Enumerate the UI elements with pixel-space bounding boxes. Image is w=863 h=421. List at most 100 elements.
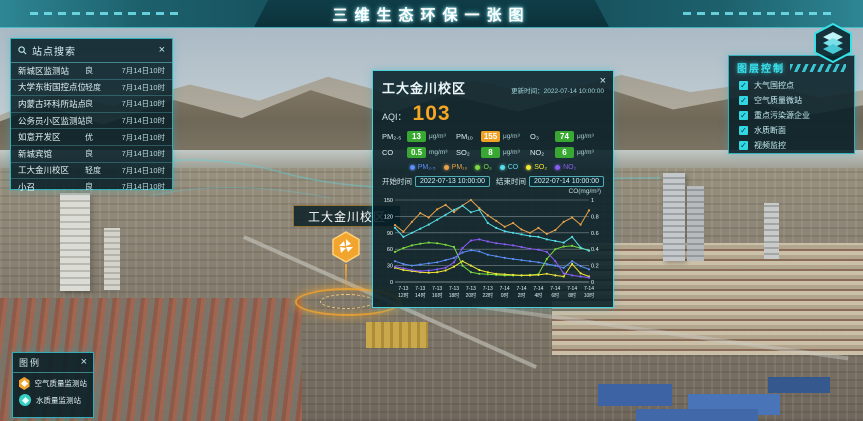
svg-text:120: 120 xyxy=(384,214,393,220)
close-icon[interactable]: × xyxy=(159,45,165,56)
pollutant-name: PM₂.₅ xyxy=(382,132,404,141)
series-color-dot xyxy=(444,165,449,170)
pollutant-value-badge: 6 xyxy=(555,147,574,158)
station-name: 工大金川校区 xyxy=(18,164,85,176)
station-update-time: 7月14日10时 xyxy=(111,181,165,192)
layer-toggle-item[interactable]: ✓水质断面 xyxy=(729,123,854,138)
pollutant-name: NO₂ xyxy=(530,148,552,157)
pollutant-grid: PM₂.₅13μg/m³PM₁₀155μg/m³O₃74μg/m³CO0.5mg… xyxy=(373,129,613,162)
pollutant-reading: O₃74μg/m³ xyxy=(530,131,604,142)
station-aqi-level: 良 xyxy=(85,181,111,192)
update-time-label: 更新时间： xyxy=(511,88,544,95)
end-time-input[interactable]: 2022-07-14 10:00:00 xyxy=(529,176,604,187)
series-color-dot xyxy=(475,165,480,170)
detail-header: 工大金川校区 更新时间：2022-07-14 10:00:00 xyxy=(373,71,613,101)
layer-toggle-item[interactable]: ✓空气质量微站 xyxy=(729,93,854,108)
aqi-readout: AQI： 103 xyxy=(373,101,613,129)
station-detail-panel: 工大金川校区 更新时间：2022-07-14 10:00:00 × AQI： 1… xyxy=(372,70,614,308)
start-time-label: 开始时间 xyxy=(382,176,412,187)
svg-text:1: 1 xyxy=(591,198,594,204)
station-row[interactable]: 内蒙古环科所站点良7月14日10时 xyxy=(11,96,172,113)
title-bar: 三维生态环保一张图 xyxy=(0,0,863,28)
svg-text:2时: 2时 xyxy=(518,292,526,299)
close-icon[interactable]: × xyxy=(81,357,87,368)
svg-text:22时: 22时 xyxy=(483,292,494,299)
layer-toggle-item[interactable]: ✓ 重点污染源企业 xyxy=(729,108,854,123)
station-row[interactable]: 新城宾馆良7月14日10时 xyxy=(11,146,172,163)
station-name: 小召 xyxy=(18,181,85,193)
legend-item-label: 空气质量监测站 xyxy=(35,378,88,389)
station-update-time: 7月14日10时 xyxy=(111,82,165,93)
station-row[interactable]: 如意开发区优7月14日10时 xyxy=(11,129,172,146)
start-time-input[interactable]: 2022-07-13 10:00:00 xyxy=(415,176,490,187)
svg-text:7-13: 7-13 xyxy=(415,286,425,292)
marker-halo-ring-inner xyxy=(320,294,374,309)
station-row[interactable]: 大学东街国控点位轻度7月14日10时 xyxy=(11,80,172,97)
station-row[interactable]: 小召良7月14日10时 xyxy=(11,179,172,195)
pollutant-value-badge: 155 xyxy=(481,131,500,142)
series-legend-item[interactable]: O₃ xyxy=(475,164,491,171)
legend-header: 图例 × xyxy=(13,353,93,373)
legend-title: 图例 xyxy=(19,356,81,369)
svg-text:0.2: 0.2 xyxy=(591,264,599,270)
series-legend-item[interactable]: PM₂.₅ xyxy=(410,164,436,171)
checkbox-checked-icon[interactable]: ✓ xyxy=(739,126,748,135)
series-color-dot xyxy=(555,165,560,170)
round-marker-icon xyxy=(19,394,31,406)
layer-label: 重点污染源企业 xyxy=(754,110,810,121)
svg-text:150: 150 xyxy=(384,198,393,204)
station-aqi-level: 良 xyxy=(85,148,111,159)
station-panel-header: 站点搜索 × xyxy=(11,39,172,63)
station-name: 内蒙古环科所站点 xyxy=(18,98,85,110)
white-tower-building xyxy=(60,193,90,291)
series-legend: PM₂.₅ PM₁₀ O₃ CO SO₂ NO₂ xyxy=(373,162,613,174)
blue-roof-warehouse xyxy=(598,384,672,406)
layer-panel-title: 图层控制 xyxy=(737,60,785,75)
station-list-panel: 站点搜索 × 新城区监测站良7月14日10时大学东街国控点位轻度7月14日10时… xyxy=(10,38,173,190)
series-legend-label: NO₂ xyxy=(563,164,576,171)
station-row[interactable]: 工大金川校区轻度7月14日10时 xyxy=(11,163,172,180)
layer-control-panel: 图层控制 ✓大气国控点✓空气质量微站✓重点污染源企业✓水质断面✓视频监控 xyxy=(728,55,855,154)
checkbox-checked-icon[interactable]: ✓ xyxy=(739,111,748,120)
pollutant-unit: μg/m³ xyxy=(429,133,446,140)
svg-text:7-14: 7-14 xyxy=(500,286,510,292)
close-icon[interactable]: × xyxy=(600,76,606,87)
svg-text:7-13: 7-13 xyxy=(398,286,408,292)
checkbox-checked-icon[interactable]: ✓ xyxy=(739,81,748,90)
station-pin-icon[interactable] xyxy=(331,231,361,265)
blue-roof-warehouse xyxy=(768,377,830,393)
svg-text:10时: 10时 xyxy=(584,292,595,299)
layer-toggle-item[interactable]: ✓ 大气国控点 xyxy=(729,78,854,93)
svg-text:7-13: 7-13 xyxy=(432,286,442,292)
station-update-time: 7月14日10时 xyxy=(111,115,165,126)
svg-text:7-14: 7-14 xyxy=(584,286,594,292)
series-legend-item[interactable]: CO xyxy=(500,164,519,171)
layers-hexagon-button[interactable] xyxy=(812,22,854,64)
yellow-building xyxy=(366,322,428,348)
series-legend-item[interactable]: SO₂ xyxy=(526,164,547,171)
layer-label: 大气国控点 xyxy=(754,80,794,91)
svg-text:7-13: 7-13 xyxy=(449,286,459,292)
layer-label: 视频监控 xyxy=(754,140,786,151)
station-row[interactable]: 公务员小区监测站良7月14日10时 xyxy=(11,113,172,130)
pollutant-unit: μg/m³ xyxy=(503,149,520,156)
station-update-time: 7月14日10时 xyxy=(111,165,165,176)
checkbox-checked-icon[interactable]: ✓ xyxy=(739,96,748,105)
series-legend-label: SO₂ xyxy=(534,164,547,171)
pollutant-value-badge: 74 xyxy=(555,131,574,142)
svg-text:6时: 6时 xyxy=(551,292,559,299)
station-update-time: 7月14日10时 xyxy=(111,98,165,109)
layer-toggle-item[interactable]: ✓ 视频监控 xyxy=(729,138,854,153)
aqi-label: AQI： xyxy=(382,110,407,123)
series-color-dot xyxy=(500,165,505,170)
station-name: 如意开发区 xyxy=(18,131,85,143)
checkbox-checked-icon[interactable]: ✓ xyxy=(739,141,748,150)
search-icon xyxy=(18,46,27,55)
station-row[interactable]: 新城区监测站良7月14日10时 xyxy=(11,63,172,80)
svg-text:20时: 20时 xyxy=(466,292,477,299)
series-legend-label: O₃ xyxy=(483,164,491,171)
svg-text:12时: 12时 xyxy=(398,292,409,299)
series-legend-item[interactable]: PM₁₀ xyxy=(444,164,468,171)
map-legend-panel: 图例 × 空气质量监测站水质量监测站 xyxy=(12,352,94,418)
series-legend-item[interactable]: NO₂ xyxy=(555,164,576,171)
